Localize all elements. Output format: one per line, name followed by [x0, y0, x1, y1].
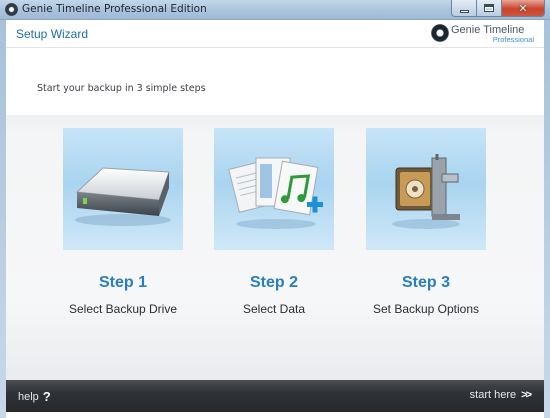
genie-logo-icon [431, 24, 449, 42]
step-3-card[interactable] [366, 128, 486, 250]
wizard-client-area: Setup Wizard Genie Timeline Professional… [6, 20, 544, 412]
help-label: help [18, 390, 39, 403]
intro-text: Start your backup in 3 simple steps [37, 83, 206, 94]
maximize-button[interactable] [477, 0, 502, 17]
window-controls: ✕ [451, 0, 545, 18]
wizard-title: Setup Wizard [16, 27, 89, 41]
documents-icon [228, 157, 323, 229]
minimize-button[interactable] [451, 0, 477, 17]
hard-drive-icon [75, 167, 171, 226]
maximize-icon [484, 4, 494, 12]
window-title: Genie Timeline Professional Edition [22, 3, 207, 15]
start-here-button[interactable]: start here >> [469, 389, 532, 401]
step-3-label: Set Backup Options [372, 302, 480, 316]
step-3-number: Step 3 [401, 274, 450, 291]
footer-bar: help ? start here >> [6, 380, 544, 412]
step-2-card[interactable] [214, 128, 334, 250]
step-2[interactable]: Step 2 Select Data [214, 128, 334, 316]
genie-logo: Genie Timeline Professional [431, 23, 536, 45]
step-1[interactable]: Step 1 Select Backup Drive [63, 128, 183, 316]
app-icon [5, 3, 18, 16]
wizard-header: Setup Wizard Genie Timeline Professional [6, 20, 544, 48]
step-3[interactable]: Step 3 Set Backup Options [366, 128, 486, 316]
close-button[interactable]: ✕ [502, 0, 545, 17]
double-chevron-right-icon: >> [521, 389, 532, 401]
safe-vise-icon [392, 154, 460, 229]
start-here-label: start here [469, 389, 517, 401]
step-2-number: Step 2 [249, 274, 298, 291]
step-1-card[interactable] [63, 128, 183, 250]
title-bar: Genie Timeline Professional Edition ✕ [0, 0, 550, 20]
step-1-number: Step 1 [98, 274, 147, 291]
logo-edition: Professional [492, 35, 534, 44]
question-mark-icon: ? [42, 389, 51, 404]
window-frame-right [544, 20, 550, 418]
close-icon: ✕ [518, 1, 528, 15]
help-button[interactable]: help ? [18, 389, 51, 404]
minimize-icon [459, 9, 469, 13]
